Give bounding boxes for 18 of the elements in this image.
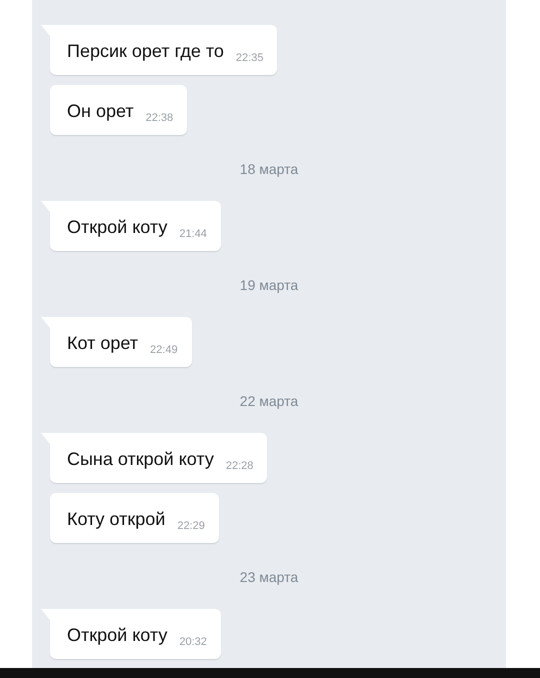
message-text: Сына открой коту <box>67 448 214 471</box>
message-text: Кот орет <box>67 332 138 355</box>
message-time: 20:32 <box>179 635 207 649</box>
message-time: 22:29 <box>177 519 205 533</box>
message-text: Открой коту <box>67 624 168 647</box>
date-separator: 18 марта <box>240 160 298 179</box>
message-time: 22:38 <box>146 111 174 125</box>
message-text: Персик орет где то <box>67 40 224 63</box>
message-time: 22:35 <box>236 51 264 65</box>
message-time: 21:44 <box>179 227 207 241</box>
message-text: Коту открой <box>67 508 166 531</box>
message-time: 22:49 <box>150 343 178 357</box>
message-text: Открой коту <box>67 216 168 239</box>
date-separator: 23 марта <box>240 568 298 587</box>
date-separator: 19 марта <box>240 276 298 295</box>
message-time: 22:28 <box>226 459 254 473</box>
message-text: Он орет <box>67 100 134 123</box>
date-separator: 22 марта <box>240 392 298 411</box>
